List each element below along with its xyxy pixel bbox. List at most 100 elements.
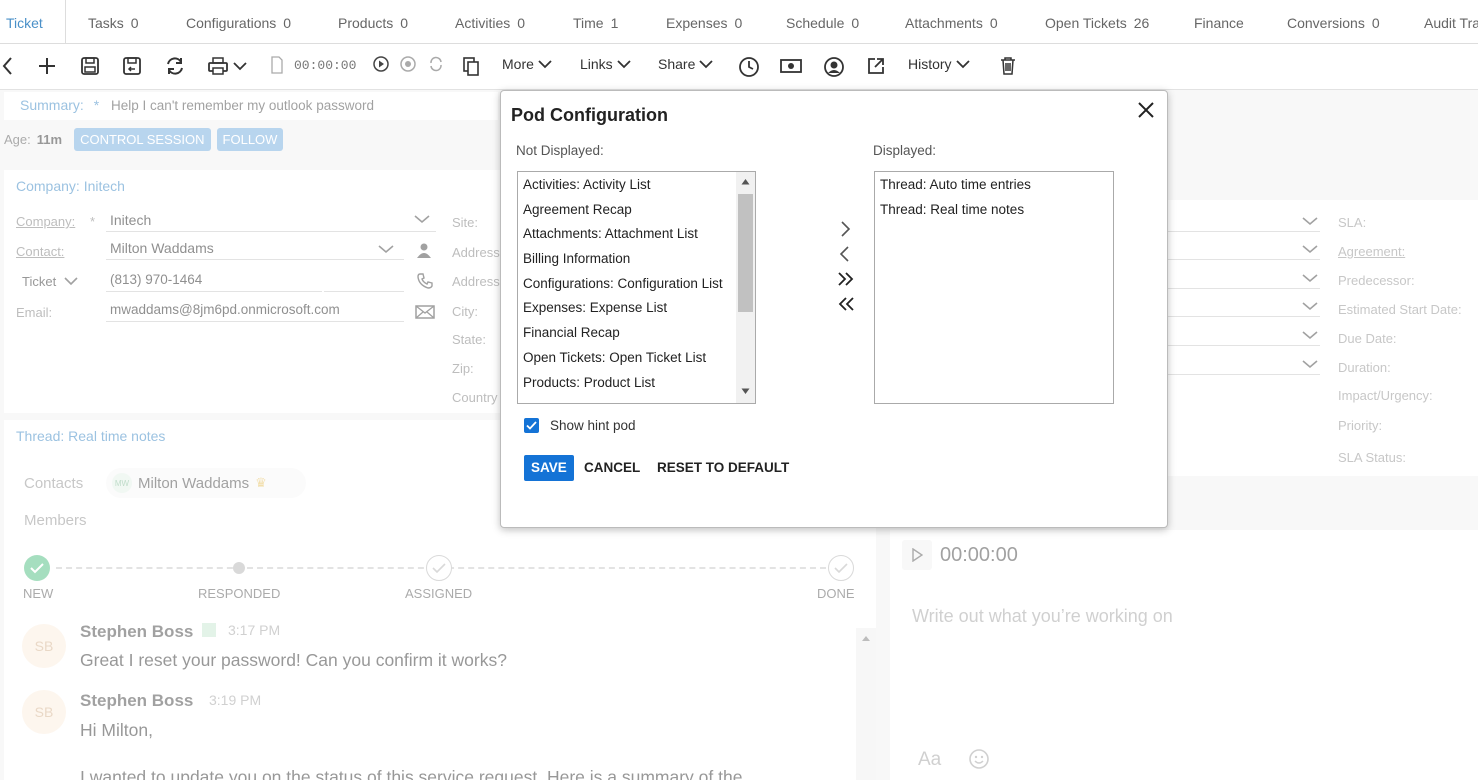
list-item[interactable]: Billing Information: [518, 247, 755, 272]
list-item[interactable]: Products: Product List: [518, 371, 755, 396]
tab-label: Time: [573, 15, 604, 31]
share-menu[interactable]: Share: [658, 56, 713, 72]
tab-bar: Ticket Tasks 0 Configurations 0 Products 0 …: [0, 0, 1478, 44]
tab-expenses[interactable]: Expenses 0: [666, 0, 743, 43]
scroll-up-icon[interactable]: [741, 178, 750, 185]
scroll-thumb[interactable]: [738, 194, 753, 312]
history-menu[interactable]: History: [908, 56, 970, 72]
history-label: History: [908, 56, 952, 72]
show-hint-checkbox[interactable]: [524, 418, 539, 433]
scroll-down-icon[interactable]: [741, 388, 750, 395]
tab-conversions[interactable]: Conversions 0: [1287, 0, 1380, 43]
tab-products[interactable]: Products 0: [338, 0, 409, 43]
save-button[interactable]: SAVE: [524, 455, 574, 481]
chevron-down-icon: [538, 60, 552, 69]
tab-count: 0: [734, 15, 743, 31]
chevron-down-icon: [699, 60, 713, 69]
play-icon[interactable]: [373, 56, 389, 72]
doc-icon: [271, 56, 283, 74]
tab-count: 0: [517, 15, 526, 31]
tab-label: Ticket: [6, 15, 43, 31]
dialog-title: Pod Configuration: [511, 105, 668, 125]
refresh-icon[interactable]: [164, 56, 186, 76]
move-all-right-icon[interactable]: [837, 270, 855, 288]
chevron-down-icon: [233, 62, 247, 71]
chevron-down-icon: [617, 60, 631, 69]
more-label: More: [502, 56, 534, 72]
print-icon[interactable]: [207, 56, 247, 76]
more-menu[interactable]: More: [502, 56, 552, 72]
list-item[interactable]: Thread: Auto time entries: [875, 173, 1113, 198]
tab-time[interactable]: Time 1: [573, 0, 619, 43]
share-label: Share: [658, 56, 696, 72]
links-label: Links: [580, 56, 613, 72]
tab-count: 26: [1133, 15, 1150, 31]
check-icon: [526, 421, 537, 430]
chevron-down-icon: [955, 60, 970, 69]
save-close-icon[interactable]: [122, 56, 142, 76]
tab-count: 0: [1371, 15, 1380, 31]
reset-to-default-button[interactable]: RESET TO DEFAULT: [650, 455, 796, 481]
tab-configurations[interactable]: Configurations 0: [186, 0, 292, 43]
list-item[interactable]: Attachments: Attachment List: [518, 222, 755, 247]
tab-count: 1: [610, 15, 619, 31]
move-all-left-icon[interactable]: [837, 295, 855, 313]
not-displayed-list[interactable]: Activities: Activity List Agreement Reca…: [517, 171, 756, 404]
tab-label: Open Tickets: [1045, 15, 1127, 31]
back-icon[interactable]: [2, 56, 14, 76]
cancel-button[interactable]: CANCEL: [577, 455, 647, 481]
add-icon[interactable]: [38, 56, 56, 76]
contact-icon[interactable]: [823, 56, 845, 78]
stop-icon[interactable]: [400, 56, 416, 72]
copy-icon[interactable]: [462, 56, 480, 76]
tab-label: Expenses: [666, 15, 728, 31]
links-menu[interactable]: Links: [580, 56, 631, 72]
list-item[interactable]: Agreement Recap: [518, 198, 755, 223]
close-icon[interactable]: [1137, 101, 1155, 119]
list-item[interactable]: Expenses: Expense List: [518, 296, 755, 321]
tab-label: Audit Tra: [1424, 15, 1478, 31]
reset-timer-icon[interactable]: [428, 56, 444, 72]
tab-tasks[interactable]: Tasks 0: [88, 0, 139, 43]
tab-attachments[interactable]: Attachments 0: [905, 0, 998, 43]
open-external-icon[interactable]: [866, 56, 886, 76]
not-displayed-label: Not Displayed:: [516, 143, 604, 158]
tab-count: 0: [283, 15, 292, 31]
tab-count: 0: [989, 15, 998, 31]
tab-label: Products: [338, 15, 394, 31]
save-icon[interactable]: [80, 56, 100, 76]
toolbar-timer: 00:00:00: [294, 57, 357, 73]
show-hint-label: Show hint pod: [550, 418, 636, 433]
timer-group: 00:00:00: [270, 56, 356, 74]
tab-count: 0: [400, 15, 409, 31]
tab-label: Activities: [455, 15, 511, 31]
list-item[interactable]: Financial Recap: [518, 321, 755, 346]
tab-audit-trail[interactable]: Audit Tra: [1424, 0, 1478, 43]
list-scrollbar[interactable]: [736, 172, 755, 403]
list-item[interactable]: Open Tickets: Open Ticket List: [518, 346, 755, 371]
pod-configuration-dialog: Pod Configuration Not Displayed: Display…: [500, 90, 1168, 528]
tab-ticket[interactable]: Ticket: [0, 0, 66, 43]
list-item[interactable]: Thread: Real time notes: [875, 198, 1113, 223]
tab-label: Tasks: [88, 15, 124, 31]
tab-open-tickets[interactable]: Open Tickets 26: [1045, 0, 1150, 43]
tab-label: Schedule: [786, 15, 845, 31]
expense-icon[interactable]: [780, 56, 802, 76]
tab-label: Finance: [1194, 15, 1244, 31]
tab-label: Conversions: [1287, 15, 1365, 31]
trash-icon[interactable]: [999, 56, 1017, 76]
displayed-list[interactable]: Thread: Auto time entries Thread: Real t…: [874, 171, 1114, 404]
move-left-icon[interactable]: [839, 245, 851, 263]
list-item[interactable]: Configurations: Configuration List: [518, 272, 755, 297]
tab-finance[interactable]: Finance: [1194, 0, 1244, 43]
tab-label: Configurations: [186, 15, 277, 31]
displayed-label: Displayed:: [873, 143, 937, 158]
tab-activities[interactable]: Activities 0: [455, 0, 526, 43]
tab-count: 0: [851, 15, 860, 31]
clock-icon[interactable]: [738, 56, 760, 78]
tab-label: Attachments: [905, 15, 983, 31]
toolbar: 00:00:00 More Links Share History: [0, 44, 1478, 90]
tab-schedule[interactable]: Schedule 0: [786, 0, 860, 43]
list-item[interactable]: Activities: Activity List: [518, 173, 755, 198]
move-right-icon[interactable]: [839, 220, 851, 238]
